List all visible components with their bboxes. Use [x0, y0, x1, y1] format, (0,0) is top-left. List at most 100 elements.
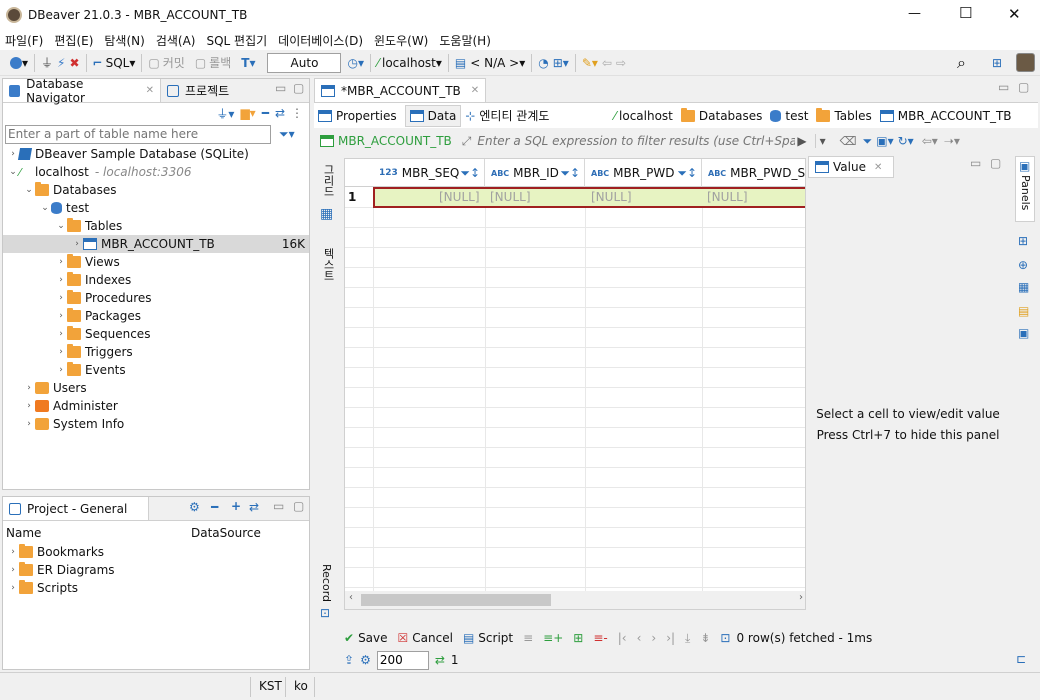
vtab-grid[interactable]: 그리드 [320, 164, 336, 197]
delete-row-icon[interactable]: ≡- [593, 631, 607, 645]
fetch-next-icon[interactable]: ⤓ [685, 631, 690, 646]
schema-selector[interactable]: ▤ < N/A > ▾ [453, 52, 527, 74]
maximize-editor-icon[interactable]: ▢ [1018, 80, 1029, 94]
minimize-editor-icon[interactable]: ▭ [998, 80, 1009, 94]
chevron-right-icon[interactable]: › [55, 275, 67, 285]
filter-icon[interactable]: ⏷ [863, 134, 873, 149]
nav-forward-icon[interactable]: ➝▾ [944, 134, 960, 148]
prev-page-icon[interactable]: ‹ [637, 631, 642, 645]
menu-window[interactable]: 윈도우(W) [374, 32, 428, 49]
horizontal-scrollbar[interactable]: ‹ › [345, 591, 805, 609]
maximize-panel-icon[interactable]: ▢ [990, 156, 1001, 170]
value-view-icon[interactable]: ▣ [1018, 326, 1029, 340]
menu-database[interactable]: 데이터베이스(D) [278, 32, 363, 49]
panels-toggle[interactable]: ▣ Panels [1015, 156, 1035, 222]
tab-properties[interactable]: Properties [318, 109, 397, 123]
chevron-right-icon[interactable]: › [7, 565, 19, 575]
forward-icon[interactable]: ⇨ [614, 52, 628, 74]
breadcrumb-localhost[interactable]: ⁄ localhost [614, 109, 673, 123]
fetch-size-input[interactable] [376, 650, 429, 670]
tree-item-system-info[interactable]: › System Info [23, 415, 124, 433]
connect-icon[interactable]: ⏚ [39, 52, 55, 74]
chevron-right-icon[interactable]: › [23, 383, 35, 393]
sql-editor-button[interactable]: ⌐ SQL ▾ [91, 52, 138, 74]
apply-filter-icon[interactable]: ▶ [797, 134, 806, 148]
grid-icon[interactable]: ▦ [320, 206, 333, 222]
maximize-panel-icon[interactable]: ▢ [293, 499, 304, 513]
tab-data[interactable]: Data [404, 104, 462, 127]
chevron-down-icon[interactable]: ⌄ [39, 203, 51, 213]
refresh-icon[interactable]: ⇄ [435, 653, 445, 667]
settings-icon[interactable]: ⚙ [189, 500, 200, 514]
minimize-button[interactable]: — [908, 6, 921, 21]
maximize-button[interactable]: ☐ [959, 4, 972, 22]
copy-row-icon[interactable]: ⊞ [573, 631, 583, 645]
avatar[interactable] [1016, 53, 1035, 72]
tab-projects[interactable]: 프로젝트 [161, 79, 235, 102]
tree-item-users[interactable]: › Users [23, 379, 86, 397]
disconnect-icon[interactable]: ⚡ [55, 52, 67, 74]
fetch-all-icon[interactable]: ⇟ [700, 631, 710, 645]
breadcrumb-tables[interactable]: Tables [816, 107, 872, 123]
cancel-button[interactable]: ☒ Cancel [398, 631, 453, 645]
chevron-right-icon[interactable]: › [55, 329, 67, 339]
filter-save-icon[interactable]: ▣▾ [876, 134, 893, 148]
tab-er-diagram[interactable]: ⊹ 엔티티 관계도 [465, 107, 549, 124]
chevron-right-icon[interactable]: › [55, 293, 67, 303]
close-icon[interactable]: ✕ [471, 85, 479, 96]
calculator-icon[interactable]: ⊕ [1018, 258, 1028, 272]
column-datasource[interactable]: DataSource [191, 526, 261, 540]
search-icon[interactable]: ⌕ [955, 52, 968, 74]
back-icon[interactable]: ⇦ [600, 52, 614, 74]
first-page-icon[interactable]: |‹ [618, 631, 627, 645]
erd-icon[interactable]: ⊞▾ [551, 52, 571, 74]
chevron-down-icon[interactable]: ⌄ [55, 221, 67, 231]
tree-item-test[interactable]: ⌄ test [39, 199, 89, 217]
next-page-icon[interactable]: › [651, 631, 656, 645]
collapse-icon[interactable]: ━ [211, 500, 218, 514]
menu-search[interactable]: 검색(A) [156, 32, 196, 49]
more-icon[interactable]: ⋮ [291, 106, 303, 120]
tree-item-sample-db[interactable]: › DBeaver Sample Database (SQLite) [7, 145, 249, 163]
tree-item-administer[interactable]: › Administer [23, 397, 118, 415]
history-icon[interactable]: ◷▾ [345, 52, 366, 74]
connection-selector[interactable]: ⁄ localhost ▾ [375, 52, 444, 74]
link-editor-icon[interactable]: ⇄ [275, 106, 285, 120]
project-item-er-diagrams[interactable]: › ER Diagrams [7, 561, 115, 579]
column-header-mbr-seq[interactable]: 123 MBR_SEQ ⏷↕ [373, 159, 485, 187]
minimize-panel-icon[interactable]: ▭ [970, 156, 981, 170]
tree-item-packages[interactable]: › Packages [55, 307, 141, 325]
chevron-right-icon[interactable]: › [23, 401, 35, 411]
table-row[interactable]: 1 [NULL] [NULL] [NULL] [NULL] [345, 187, 805, 208]
invalidate-icon[interactable]: ✖ [67, 52, 81, 74]
refresh-icon[interactable]: ↻▾ [898, 134, 914, 148]
tree-item-events[interactable]: › Events [55, 361, 126, 379]
export-icon[interactable]: ⇪ [344, 653, 354, 667]
tab-mbr-account-tb[interactable]: *MBR_ACCOUNT_TB ✕ [314, 78, 487, 102]
edit-row-icon[interactable]: ≡ [523, 631, 533, 645]
value-panel-tab[interactable]: Value ✕ [808, 156, 894, 178]
tree-item-views[interactable]: › Views [55, 253, 120, 271]
scroll-thumb[interactable] [361, 594, 551, 606]
vtab-record[interactable]: Record [320, 564, 333, 602]
filter-sort-icon[interactable]: ⏷↕ [460, 166, 480, 181]
menu-navigate[interactable]: 탐색(N) [104, 32, 144, 49]
perspective-icon[interactable]: ⊞ [990, 52, 1004, 74]
chevron-right-icon[interactable]: › [71, 239, 83, 249]
panel-toggle-icon[interactable]: ⊏ [1016, 652, 1026, 666]
dashboard-icon[interactable]: ◔ [536, 52, 550, 74]
filter-sort-icon[interactable]: ⏷↕ [677, 166, 697, 181]
filter-table-label[interactable]: MBR_ACCOUNT_TB [320, 134, 452, 148]
transaction-mode-combo[interactable]: Auto [267, 52, 342, 73]
expand-icon[interactable]: ⤢ [462, 134, 472, 149]
grouping-icon[interactable]: ▦ [1018, 280, 1029, 294]
filter-icon[interactable]: ⏷▾ [279, 127, 295, 142]
menu-sql-editor[interactable]: SQL 편집기 [206, 32, 267, 49]
new-connection-icon[interactable]: ⏚▾ [216, 105, 234, 122]
metadata-icon[interactable]: ⊞ [1018, 234, 1028, 248]
column-header-mbr-id[interactable]: ABC MBR_ID ⏷↕ [485, 159, 585, 187]
last-page-icon[interactable]: ›| [666, 631, 675, 645]
nav-back-icon[interactable]: ⇦▾ [922, 134, 938, 148]
tree-item-sequences[interactable]: › Sequences [55, 325, 150, 343]
menu-edit[interactable]: 편집(E) [54, 32, 93, 49]
